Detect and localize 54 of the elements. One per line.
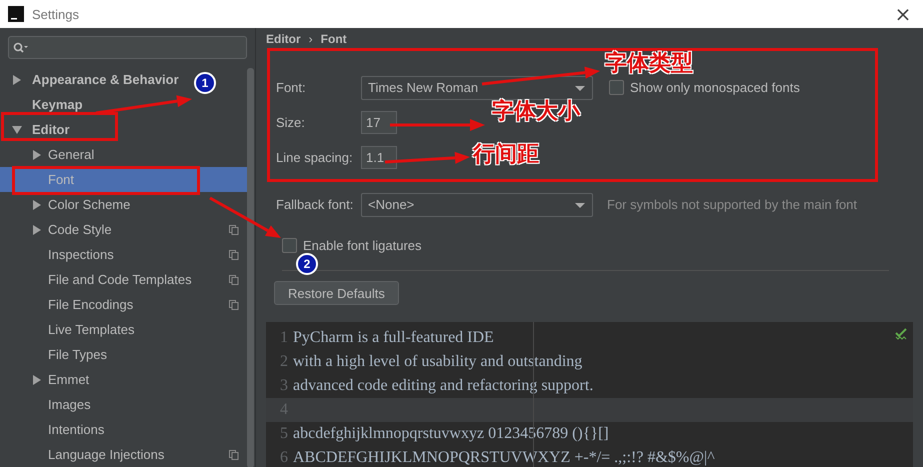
hint-text: For symbols not supported by the main font bbox=[607, 197, 858, 212]
check-icon bbox=[895, 328, 907, 340]
code-line: advanced code editing and refactoring support. bbox=[293, 377, 594, 395]
tree-item[interactable]: Appearance & Behavior bbox=[0, 71, 179, 88]
tree-item[interactable]: Live Templates bbox=[0, 321, 134, 338]
tree-item[interactable]: Code Style bbox=[0, 221, 112, 238]
fallback-font-dropdown[interactable]: <None> bbox=[361, 192, 593, 216]
callout-label: 字体大小 bbox=[492, 100, 580, 124]
checkbox-label: Enable font ligatures bbox=[303, 238, 422, 253]
field-label: Fallback font: bbox=[276, 197, 354, 212]
field-label: Font: bbox=[276, 80, 307, 95]
breadcrumb-separator: › bbox=[308, 32, 313, 46]
tree-item[interactable]: File and Code Templates bbox=[0, 271, 192, 288]
line-number: 2 bbox=[279, 353, 289, 371]
code-line: ABCDEFGHIJKLMNOPQRSTUVWXYZ +-*/= .,;:!? #&$%@|^ bbox=[293, 449, 715, 467]
tree-item[interactable]: Intentions bbox=[0, 421, 104, 438]
search-icon bbox=[13, 42, 29, 54]
tree-item[interactable]: Emmet bbox=[0, 371, 90, 388]
line-number: 1 bbox=[279, 329, 289, 347]
scrollbar[interactable] bbox=[247, 68, 254, 467]
step-marker: 2 bbox=[296, 253, 318, 275]
tree-item[interactable]: Keymap bbox=[0, 96, 83, 113]
checkbox[interactable] bbox=[609, 80, 624, 95]
code-line: abcdefghijklmnopqrstuvwxyz 0123456789 (){}[] bbox=[293, 425, 609, 443]
checkbox-label: Show only monospaced fonts bbox=[630, 80, 800, 95]
app-logo-icon bbox=[8, 6, 24, 22]
size-field[interactable]: 17 bbox=[361, 111, 397, 134]
code-line: PyCharm is a full-featured IDE bbox=[293, 329, 494, 347]
search-field[interactable] bbox=[8, 36, 247, 59]
field-label: Size: bbox=[276, 115, 306, 130]
tree-item[interactable]: File Types bbox=[0, 346, 108, 363]
restore-defaults-button[interactable]: Restore Defaults bbox=[274, 281, 399, 305]
tree-item[interactable]: Language Injections bbox=[0, 446, 164, 463]
line-number: 3 bbox=[279, 377, 289, 395]
checkbox[interactable] bbox=[282, 238, 297, 253]
tree-item[interactable]: Editor bbox=[0, 121, 70, 138]
window-title: Settings bbox=[32, 6, 79, 22]
line-number: 5 bbox=[279, 425, 289, 443]
step-marker: 1 bbox=[194, 72, 216, 94]
field-label: Line spacing: bbox=[276, 150, 354, 165]
callout-label: 字体类型 bbox=[605, 52, 693, 76]
line-spacing-field[interactable]: 1.1 bbox=[361, 146, 397, 169]
tree-item[interactable]: Images bbox=[0, 396, 91, 413]
tree-item[interactable]: General bbox=[0, 146, 94, 163]
tree-item[interactable]: Inspections bbox=[0, 246, 114, 263]
breadcrumb: Font bbox=[320, 32, 347, 46]
font-dropdown[interactable]: Times New Roman bbox=[361, 76, 593, 100]
tree-item[interactable]: File Encodings bbox=[0, 296, 134, 313]
code-line: with a high level of usability and outstanding bbox=[293, 353, 582, 371]
line-number: 6 bbox=[279, 449, 289, 467]
breadcrumb: Editor bbox=[266, 32, 301, 46]
close-button[interactable]: × bbox=[883, 0, 923, 28]
callout-label: 行间距 bbox=[473, 143, 539, 168]
tree-item[interactable]: Color Scheme bbox=[0, 196, 130, 213]
